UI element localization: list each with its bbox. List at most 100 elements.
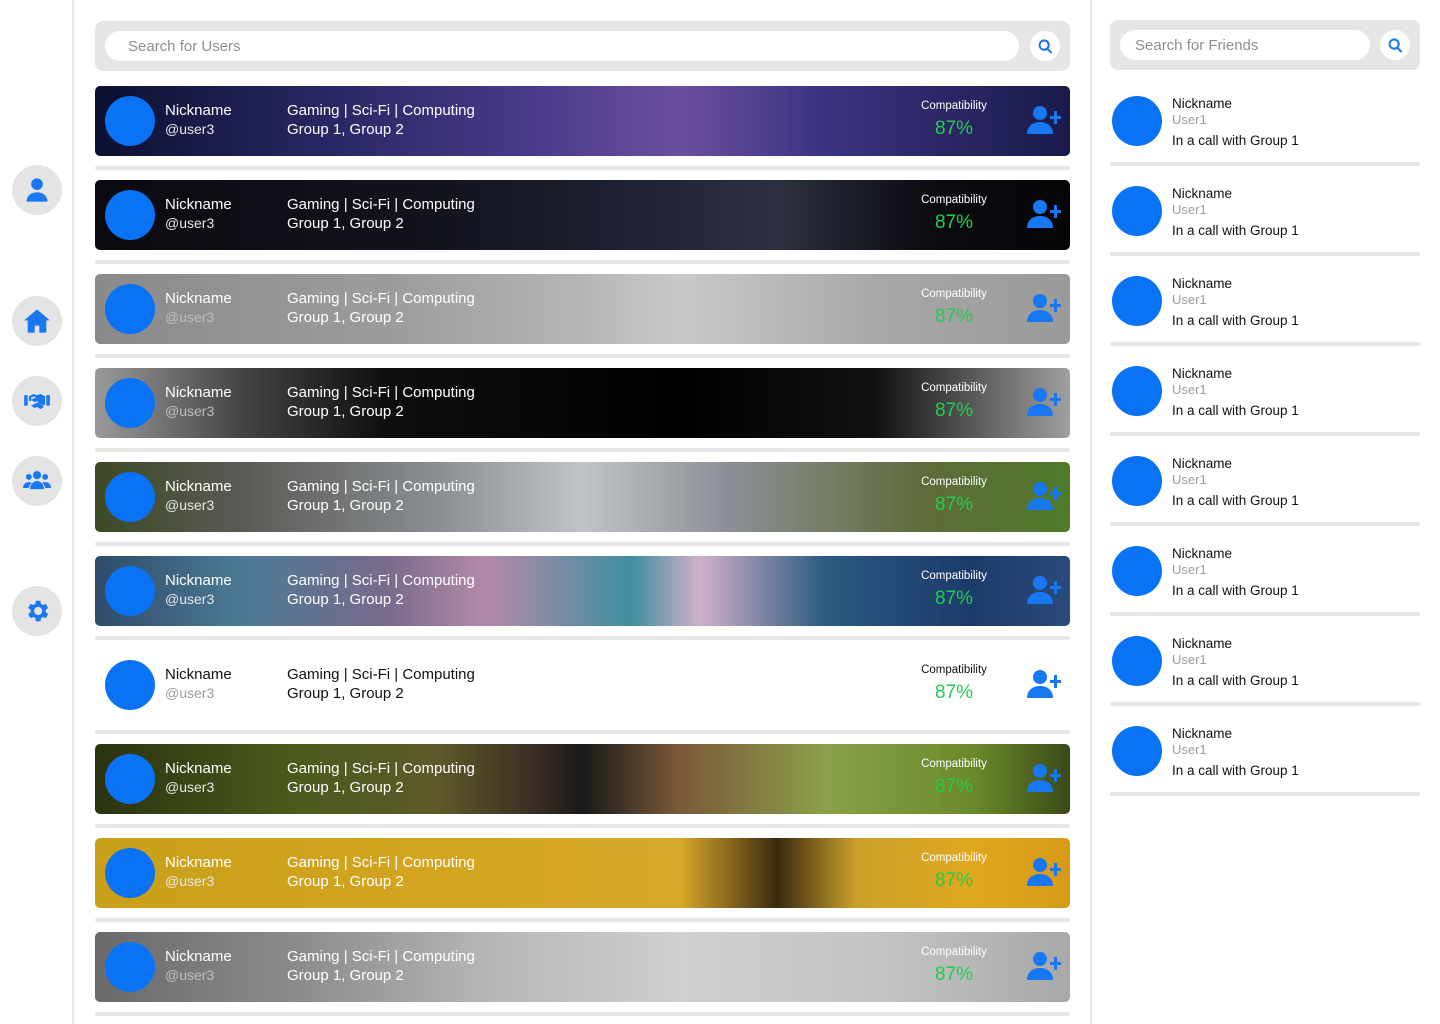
nav-partners-button[interactable] (12, 376, 62, 426)
user-card[interactable]: Nickname @user3 Gaming | Sci-Fi | Comput… (95, 932, 1070, 1002)
row-divider (1110, 522, 1420, 526)
user-search-bar (95, 21, 1070, 71)
user-handle: @user3 (165, 967, 215, 983)
user-interests: Gaming | Sci-Fi | Computing (287, 666, 475, 683)
friend-username: User1 (1172, 112, 1207, 127)
avatar (105, 378, 155, 428)
add-friend-button[interactable] (1027, 387, 1061, 417)
friend-item[interactable]: Nickname User1 In a call with Group 1 (1110, 630, 1420, 710)
add-user-icon (1027, 670, 1061, 698)
user-card[interactable]: Nickname @user3 Gaming | Sci-Fi | Comput… (95, 650, 1070, 720)
add-user-icon (1027, 294, 1061, 322)
add-friend-button[interactable] (1027, 575, 1061, 605)
friend-status: In a call with Group 1 (1172, 403, 1299, 418)
row-divider (95, 448, 1070, 452)
avatar (1112, 96, 1162, 146)
friend-status: In a call with Group 1 (1172, 493, 1299, 508)
compatibility-value: 87% (934, 400, 974, 421)
add-friend-button[interactable] (1027, 763, 1061, 793)
nav-groups-button[interactable] (12, 456, 62, 506)
row-divider (95, 166, 1070, 170)
user-interests: Gaming | Sci-Fi | Computing (287, 384, 475, 401)
users-icon (23, 471, 51, 490)
friend-item[interactable]: Nickname User1 In a call with Group 1 (1110, 360, 1420, 440)
user-card[interactable]: Nickname @user3 Gaming | Sci-Fi | Comput… (95, 744, 1070, 814)
friend-username: User1 (1172, 562, 1207, 577)
add-user-icon (1027, 858, 1061, 886)
compatibility-value: 87% (934, 870, 974, 891)
friend-item[interactable]: Nickname User1 In a call with Group 1 (1110, 180, 1420, 260)
add-friend-button[interactable] (1027, 293, 1061, 323)
user-card[interactable]: Nickname @user3 Gaming | Sci-Fi | Comput… (95, 180, 1070, 250)
user-nickname: Nickname (165, 572, 232, 589)
user-card[interactable]: Nickname @user3 Gaming | Sci-Fi | Comput… (95, 556, 1070, 626)
friend-username: User1 (1172, 472, 1207, 487)
add-friend-button[interactable] (1027, 199, 1061, 229)
row-divider (95, 636, 1070, 640)
avatar (105, 942, 155, 992)
friend-item[interactable]: Nickname User1 In a call with Group 1 (1110, 720, 1420, 800)
user-nickname: Nickname (165, 854, 232, 871)
friend-username: User1 (1172, 742, 1207, 757)
left-nav (0, 0, 74, 1024)
user-handle: @user3 (165, 685, 215, 701)
compatibility-value: 87% (934, 588, 974, 609)
row-divider (1110, 252, 1420, 256)
user-nickname: Nickname (165, 478, 232, 495)
friend-item[interactable]: Nickname User1 In a call with Group 1 (1110, 270, 1420, 350)
friend-search-input[interactable] (1120, 30, 1370, 60)
user-card[interactable]: Nickname @user3 Gaming | Sci-Fi | Comput… (95, 86, 1070, 156)
user-search-button[interactable] (1030, 31, 1060, 61)
user-interests: Gaming | Sci-Fi | Computing (287, 760, 475, 777)
add-user-icon (1027, 388, 1061, 416)
compatibility-value: 87% (934, 776, 974, 797)
add-friend-button[interactable] (1027, 105, 1061, 135)
friend-nickname: Nickname (1172, 726, 1233, 741)
friend-nickname: Nickname (1172, 636, 1233, 651)
friend-item[interactable]: Nickname User1 In a call with Group 1 (1110, 450, 1420, 530)
friend-nickname: Nickname (1172, 96, 1233, 111)
compatibility-label: Compatibility (921, 476, 987, 488)
friend-search-bar (1110, 20, 1420, 70)
app-root: Nickname @user3 Gaming | Sci-Fi | Comput… (0, 0, 1440, 1024)
row-divider (1110, 702, 1420, 706)
compatibility-value: 87% (934, 964, 974, 985)
user-interests: Gaming | Sci-Fi | Computing (287, 478, 475, 495)
compatibility-label: Compatibility (921, 100, 987, 112)
user-card[interactable]: Nickname @user3 Gaming | Sci-Fi | Comput… (95, 838, 1070, 908)
user-handle: @user3 (165, 873, 215, 889)
friends-panel: Nickname User1 In a call with Group 1 Ni… (1090, 0, 1440, 1024)
compatibility-label: Compatibility (921, 288, 987, 300)
nav-settings-button[interactable] (12, 586, 62, 636)
friend-status: In a call with Group 1 (1172, 133, 1299, 148)
add-friend-button[interactable] (1027, 857, 1061, 887)
friend-nickname: Nickname (1172, 366, 1233, 381)
add-friend-button[interactable] (1027, 951, 1061, 981)
user-card[interactable]: Nickname @user3 Gaming | Sci-Fi | Comput… (95, 368, 1070, 438)
avatar (105, 566, 155, 616)
add-user-icon (1027, 764, 1061, 792)
user-card[interactable]: Nickname @user3 Gaming | Sci-Fi | Comput… (95, 462, 1070, 532)
user-groups: Group 1, Group 2 (287, 591, 404, 608)
friend-item[interactable]: Nickname User1 In a call with Group 1 (1110, 90, 1420, 170)
friend-search-button[interactable] (1380, 30, 1410, 60)
row-divider (1110, 162, 1420, 166)
user-search-input[interactable] (105, 31, 1019, 61)
nav-home-button[interactable] (12, 296, 62, 346)
friend-status: In a call with Group 1 (1172, 583, 1299, 598)
add-friend-button[interactable] (1027, 481, 1061, 511)
gear-icon (28, 600, 49, 622)
nav-profile-button[interactable] (12, 165, 62, 215)
user-nickname: Nickname (165, 760, 232, 777)
friend-item[interactable]: Nickname User1 In a call with Group 1 (1110, 540, 1420, 620)
user-interests: Gaming | Sci-Fi | Computing (287, 572, 475, 589)
user-card[interactable]: Nickname @user3 Gaming | Sci-Fi | Comput… (95, 274, 1070, 344)
friend-nickname: Nickname (1172, 546, 1233, 561)
avatar (1112, 456, 1162, 506)
add-friend-button[interactable] (1027, 669, 1061, 699)
user-interests: Gaming | Sci-Fi | Computing (287, 196, 475, 213)
friend-username: User1 (1172, 382, 1207, 397)
avatar (1112, 276, 1162, 326)
avatar (1112, 366, 1162, 416)
handshake-icon (24, 394, 50, 410)
